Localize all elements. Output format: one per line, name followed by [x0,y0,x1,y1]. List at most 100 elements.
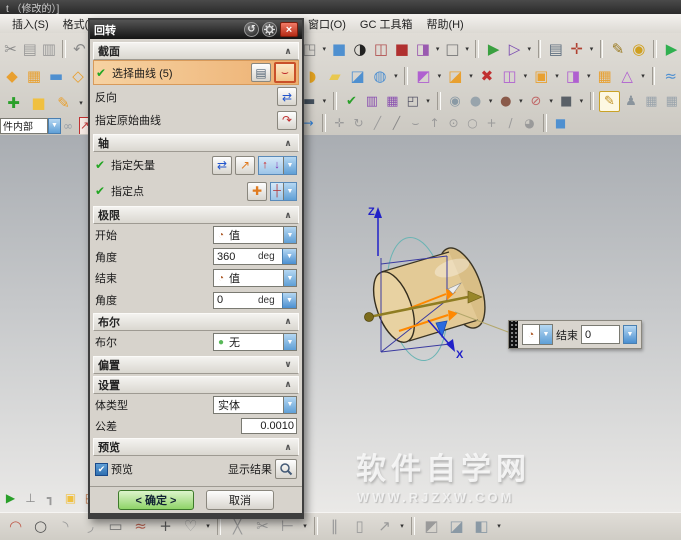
blend-face-icon[interactable]: △ [617,65,638,88]
end-value-input[interactable]: 0 [581,325,620,344]
section-group-header[interactable]: 截面 ∧ [93,42,299,60]
dropdown-arrow-icon[interactable]: ▾ [639,72,646,80]
end-angle-value[interactable]: 0 [214,294,258,306]
corner-sk-icon[interactable]: ◩ [420,515,443,538]
menu-left-item-0[interactable]: 插入(S) [6,15,55,33]
eraser-icon[interactable]: ▬ [46,65,66,88]
chevron-down-icon[interactable]: ▼ [283,157,296,174]
sphere-wire-icon[interactable]: ◍ [370,65,391,88]
pipe-icon[interactable]: ┓ [42,490,59,507]
dropdown-arrow-icon[interactable]: ▾ [436,72,443,80]
key-icon[interactable]: ◉ [629,37,648,60]
chevron-up-icon[interactable]: ∧ [282,316,294,327]
preview-group-header[interactable]: 预览 ∧ [93,438,299,456]
perpendicular-icon[interactable]: ⊥ [22,490,39,507]
dropdown-arrow-icon[interactable]: ▾ [487,97,495,105]
offset-group-header[interactable]: 偏置 ∨ [93,356,299,374]
selection-scope-combo[interactable]: 件内部 ▼ [0,118,61,134]
chevron-up-icon[interactable]: ∧ [282,442,294,453]
settings-group-header[interactable]: 设置 ∧ [93,376,299,394]
dropdown-arrow-icon[interactable]: ▾ [301,522,309,530]
nav-target-button[interactable]: ↗ [79,117,88,134]
section-c-icon[interactable]: ◨ [413,37,432,60]
dropdown-arrow-icon[interactable]: ▾ [320,97,328,105]
menu-right-item-0[interactable]: 窗口(O) [302,15,352,33]
appearance-icon[interactable]: ◑ [351,37,370,60]
dark-square-icon[interactable]: ■ [557,92,575,111]
arrow-up-icon[interactable]: ↑ [426,115,443,132]
boolean-combo[interactable]: ● 无 ▼ [213,333,297,351]
start-angle-field[interactable]: 360 deg ▼ [213,248,297,265]
wave-icon[interactable]: ≈ [660,65,681,88]
dropdown-arrow-icon[interactable]: ▾ [526,45,533,53]
pacman-icon[interactable]: ◕ [521,115,538,132]
box-icon[interactable]: ■ [27,92,50,115]
pattern-face-icon[interactable]: ▦ [594,65,615,88]
dialog-options-button[interactable] [262,22,277,37]
replace-face-icon[interactable]: ◫ [499,65,520,88]
dropdown-arrow-icon[interactable]: ▾ [467,72,474,80]
chevron-down-icon[interactable]: ▼ [283,183,296,200]
copy-icon[interactable]: ▤ [21,37,38,60]
paint-icon[interactable]: ✎ [608,37,627,60]
dropdown-arrow-icon[interactable]: ▾ [204,522,212,530]
vector-dialog-button[interactable]: ⇄ [212,156,232,175]
chevron-down-icon[interactable]: ▼ [48,118,61,134]
axis-group-header[interactable]: 轴 ∧ [93,134,299,152]
point-on-line-icon[interactable]: ╱ [388,115,405,132]
move-face-icon[interactable]: ◩ [413,65,434,88]
assembly-arrow-icon[interactable]: ▷ [505,37,524,60]
origin-curve-button[interactable]: ↷ [277,111,297,130]
parallel-icon[interactable]: ∥ [323,515,346,538]
pencil-highlight-icon[interactable]: ✎ [599,91,619,112]
moon-icon[interactable]: ◗ [302,65,323,88]
curve-snap-icon[interactable]: ⌣ [407,115,424,132]
chevron-down-icon[interactable]: ▼ [539,325,552,344]
menu-right-item-2[interactable]: 帮助(H) [420,15,469,33]
dropdown-arrow-icon[interactable]: ▾ [547,97,555,105]
check-mark-icon[interactable]: ✔ [342,92,360,111]
plus-snap-icon[interactable]: + [483,115,500,132]
limits-group-header[interactable]: 极限 ∧ [93,206,299,224]
grid-a-icon[interactable]: ▦ [642,92,660,111]
wire-box-icon[interactable]: ◰ [404,92,422,111]
curve-select-button[interactable]: ⌣ [274,62,296,83]
chevron-down-icon[interactable]: ▼ [283,334,296,350]
pull-face-icon[interactable]: ◪ [445,65,466,88]
dropdown-arrow-icon[interactable]: ▾ [553,72,560,80]
circle-quad-icon[interactable]: ○ [464,115,481,132]
chain-icon[interactable]: ∞ [63,117,73,134]
chevron-up-icon[interactable]: ∧ [282,138,294,149]
rotate-snap-icon[interactable]: ↻ [350,115,367,132]
start-angle-value[interactable]: 360 [214,251,258,263]
boolean-group-header[interactable]: 布尔 ∧ [93,313,299,331]
spinner-button[interactable]: ▼ [282,293,296,308]
spinner-down-button[interactable]: ▼ [623,325,637,344]
move-component-icon[interactable]: ▶ [484,37,503,60]
bracket-icon[interactable]: ▯ [348,515,371,538]
end-mode-combo[interactable]: ◔ 值 ▼ [213,269,297,287]
dropdown-arrow-icon[interactable]: ▾ [577,97,585,105]
fillet-a-icon[interactable]: ◝ [54,515,77,538]
menu-right-item-1[interactable]: GC 工具箱 [354,15,419,33]
cubes-icon[interactable]: ▣ [62,490,79,507]
reverse-direction-button[interactable]: ⇄ [277,87,297,106]
dropdown-arrow-icon[interactable]: ▾ [392,72,399,80]
undo-icon[interactable]: ↶ [71,37,88,60]
point-type-button[interactable]: ┼ ▼ [270,182,297,201]
chevron-down-icon[interactable]: ▼ [283,227,296,243]
play-icon[interactable]: ▶ [662,37,681,60]
person-icon[interactable]: ♟ [622,92,640,111]
dropdown-arrow-icon[interactable]: ▾ [585,72,592,80]
end-angle-field[interactable]: 0 deg ▼ [213,292,297,309]
datum-icon[interactable]: ◆ [2,65,22,88]
cancel-button[interactable]: 取消 [206,490,274,510]
dropdown-arrow-icon[interactable]: ▾ [517,97,525,105]
compare-icon[interactable]: ▥ [363,92,381,111]
reset-button[interactable]: ↺ [244,22,259,37]
end-mode-button[interactable]: ◔ ▼ [522,324,553,345]
circle-sk-icon[interactable]: ○ [29,515,52,538]
shiny-sphere-icon[interactable]: ◉ [446,92,464,111]
point-dialog-button[interactable]: ✚ [247,182,267,201]
csys-axes-icon[interactable]: ✛ [567,37,586,60]
